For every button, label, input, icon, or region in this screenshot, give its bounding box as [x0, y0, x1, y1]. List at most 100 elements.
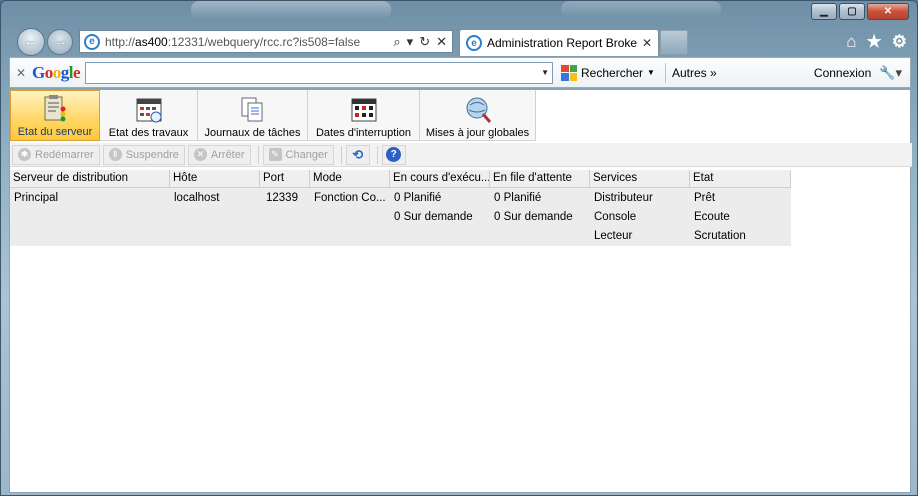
autres-menu[interactable]: Autres »	[672, 66, 717, 80]
google-search-input[interactable]: ▼	[85, 61, 554, 84]
mode-cell: Fonction Co...	[314, 192, 386, 204]
column-header[interactable]: Serveur de distribution	[10, 170, 170, 187]
port-cell: 12339	[266, 192, 298, 204]
close-toolbar-icon[interactable]: ✕	[10, 66, 32, 80]
ribbon-button-dates-interruption[interactable]: Dates d'interruption	[308, 90, 420, 141]
table-row[interactable]: Principal localhost 12339 Fonction Co...…	[10, 188, 791, 246]
restart-label: Redémarrer	[35, 148, 94, 161]
service-cell: Console	[594, 211, 637, 223]
minimize-button[interactable]: ▁	[811, 3, 837, 20]
toolbar-separator	[376, 145, 378, 164]
refresh-icon: ⟲	[352, 146, 364, 162]
refresh-button[interactable]: ⟲	[345, 144, 370, 165]
restart-icon: ✱	[18, 148, 31, 161]
google-logo: Google	[32, 62, 81, 82]
help-button[interactable]: ?	[381, 144, 406, 165]
wrench-icon[interactable]: 🔧▾	[879, 65, 902, 81]
favorites-star-icon[interactable]: ★	[867, 32, 882, 52]
change-label: Changer	[285, 148, 328, 161]
maximize-button[interactable]: ▢	[839, 3, 865, 20]
back-button[interactable]: ←	[17, 28, 45, 56]
jobs-calendar-icon	[136, 98, 161, 123]
toolbar-separator	[257, 145, 259, 164]
job-logs-icon	[241, 97, 262, 122]
interruption-calendar-icon	[351, 98, 376, 122]
stop-label: Arrêter	[210, 148, 245, 161]
suspend-button[interactable]: Ⅱ Suspendre	[102, 144, 185, 165]
global-update-icon	[466, 97, 491, 123]
background-blur	[561, 1, 721, 17]
ie-page-icon: e	[84, 33, 100, 50]
server-status-icon	[44, 95, 66, 122]
tab-title: Administration Report Broker	[487, 36, 638, 50]
column-header[interactable]: Hôte	[170, 170, 260, 187]
stop-button[interactable]: ✕ Arrêter	[187, 144, 251, 165]
column-header[interactable]: Services	[590, 170, 690, 187]
home-icon[interactable]: ⌂	[846, 32, 856, 52]
server-name-cell: Principal	[14, 192, 59, 204]
browser-command-icons: ⌂ ★ ⚙	[846, 32, 907, 52]
state-cell: Prêt	[694, 192, 716, 204]
search-icon[interactable]: ⌕	[393, 34, 400, 50]
address-bar[interactable]: e http://as400:12331/webquery/rcc.rc?is5…	[79, 30, 453, 53]
ie-tab-icon: e	[466, 35, 482, 51]
dropdown-arrow-icon: ▼	[647, 68, 655, 77]
ribbon-button-label: Etat des travaux	[108, 127, 189, 139]
column-header[interactable]: En file d'attente	[490, 170, 590, 187]
help-icon: ?	[386, 147, 402, 162]
address-tools: ⌕ ▾ ↻ ✕	[388, 34, 452, 50]
url-prefix: http://	[105, 34, 136, 49]
google-search-icon	[561, 64, 578, 81]
stop-icon: ✕	[193, 148, 207, 161]
server-grid: Serveur de distribution Hôte Port Mode E…	[10, 170, 791, 246]
url-host: as400	[135, 34, 168, 49]
dropdown-arrow-icon[interactable]: ▼	[541, 68, 549, 77]
close-window-button[interactable]: ✕	[867, 3, 909, 20]
window-caption-buttons: ▁ ▢ ✕	[811, 3, 909, 20]
action-toolbar: ✱ Redémarrer Ⅱ Suspendre ✕ Arrêter ✎ Cha…	[10, 143, 912, 167]
address-url[interactable]: http://as400:12331/webquery/rcc.rc?is508…	[105, 35, 388, 49]
stop-icon[interactable]: ✕	[436, 34, 447, 50]
tab-administration-report-broker[interactable]: e Administration Report Broker ✕	[459, 29, 659, 56]
ribbon-button-journaux[interactable]: Journaux de tâches	[198, 90, 308, 141]
running-cell: 0 Sur demande	[394, 211, 473, 223]
url-rest: :12331/webquery/rcc.rc?is508=false	[167, 34, 361, 49]
suspend-label: Suspendre	[125, 148, 179, 161]
connexion-link[interactable]: Connexion	[814, 66, 871, 80]
dropdown-arrow-icon[interactable]: ▾	[407, 34, 414, 50]
toolbar-separator	[340, 145, 342, 164]
change-icon: ✎	[268, 148, 282, 161]
browser-window: ▁ ▢ ✕ ← → e http://as400:12331/webquery/…	[0, 0, 918, 496]
grid-header: Serveur de distribution Hôte Port Mode E…	[10, 170, 791, 188]
ribbon-button-etat-serveur[interactable]: Etat du serveur	[10, 90, 100, 141]
ribbon-button-etat-travaux[interactable]: Etat des travaux	[100, 90, 198, 141]
background-blur	[191, 1, 391, 19]
search-button-label: Rechercher	[581, 65, 644, 80]
gear-icon[interactable]: ⚙	[892, 32, 907, 52]
ribbon-button-label: Dates d'interruption	[315, 127, 412, 139]
column-header[interactable]: En cours d'exécu...	[390, 170, 490, 187]
column-header[interactable]: Mode	[310, 170, 390, 187]
ribbon-button-mises-a-jour[interactable]: Mises à jour globales	[420, 90, 536, 141]
column-header[interactable]: Port	[260, 170, 310, 187]
refresh-icon[interactable]: ↻	[419, 34, 430, 50]
tab-close-icon[interactable]: ✕	[642, 36, 652, 50]
service-cell: Distributeur	[594, 192, 653, 204]
queued-cell: 0 Sur demande	[494, 211, 573, 223]
google-search-button[interactable]: Rechercher ▼	[557, 64, 659, 81]
host-cell: localhost	[174, 192, 220, 204]
running-cell: 0 Planifié	[394, 192, 442, 204]
pause-icon: Ⅱ	[108, 148, 122, 161]
google-toolbar: ✕ Google ▼ Rechercher ▼ Autres » Connexi…	[9, 57, 911, 88]
ribbon-button-label: Journaux de tâches	[204, 127, 301, 139]
forward-button[interactable]: →	[47, 29, 73, 55]
change-button[interactable]: ✎ Changer	[262, 144, 334, 165]
arrow-left-icon: ←	[23, 33, 39, 50]
column-header[interactable]: Etat	[690, 170, 791, 187]
new-tab-button[interactable]	[660, 30, 688, 55]
restart-button[interactable]: ✱ Redémarrer	[12, 144, 100, 165]
service-cell: Lecteur	[594, 230, 633, 242]
arrow-right-icon: →	[52, 33, 68, 50]
state-cell: Ecoute	[694, 211, 730, 223]
ribbon-toolbar: Etat du serveur Etat des travaux Journau…	[10, 90, 536, 141]
